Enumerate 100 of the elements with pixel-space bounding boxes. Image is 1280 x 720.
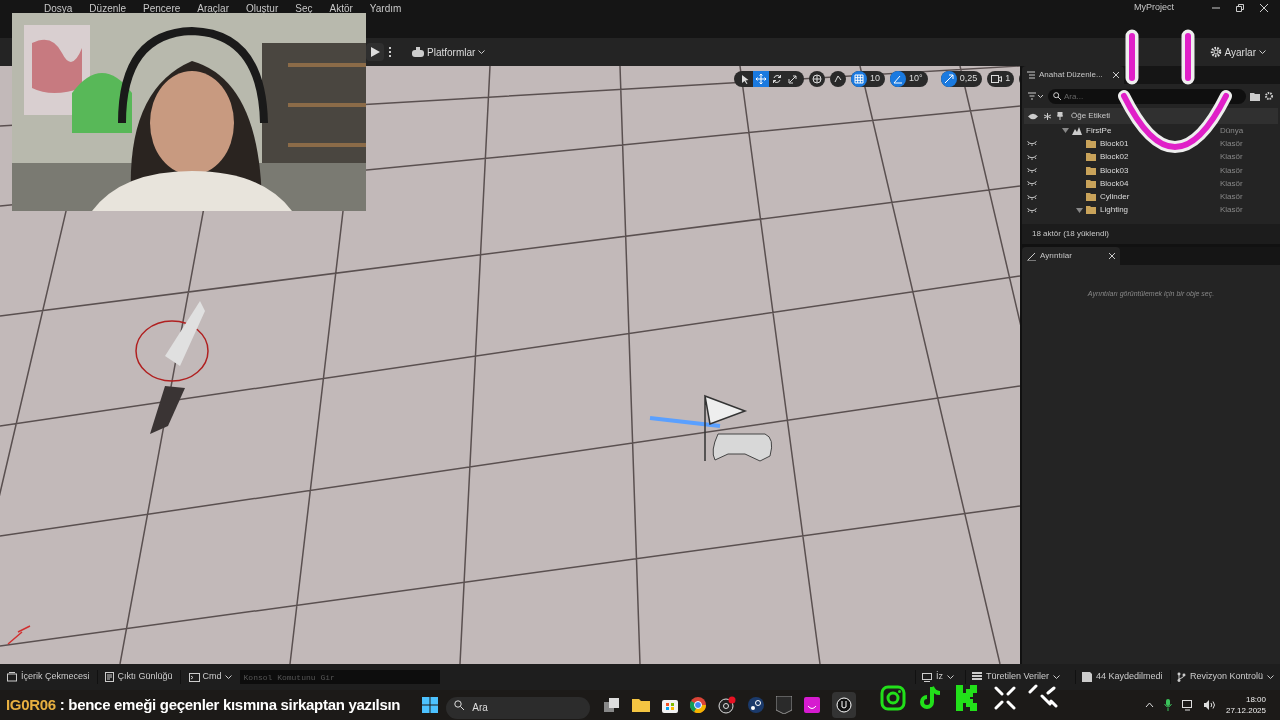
outliner-row[interactable]: Cylinder Klasör (1022, 190, 1280, 204)
search-icon (454, 700, 465, 710)
grid-icon (854, 74, 864, 84)
outliner-row[interactable]: Block03 Klasör (1022, 163, 1280, 178)
grid-snap-button[interactable]: 10 (851, 71, 885, 87)
item-label: Block02 (1100, 151, 1130, 164)
settings-icon[interactable] (1264, 91, 1274, 101)
details-tab[interactable]: Ayrıntılar (1022, 247, 1120, 265)
menu-item[interactable]: Düzenle (89, 0, 127, 16)
clock-time[interactable]: 18:00 (1245, 694, 1266, 705)
status-button[interactable]: Revizyon Kontrolü (1170, 670, 1280, 684)
close-icon[interactable] (1260, 4, 1268, 12)
app-icon[interactable] (776, 696, 793, 714)
outliner-row[interactable]: Lighting Klasör (1022, 203, 1280, 218)
steam-icon[interactable] (748, 697, 765, 713)
panel-button[interactable]: İçerik Çekmecesi (0, 670, 98, 684)
folder-add-icon[interactable] (1250, 91, 1260, 101)
data-icon (972, 672, 982, 682)
panel-button[interactable]: Çıktı Günlüğü (97, 670, 181, 684)
pencil-icon (1027, 251, 1036, 261)
close-icon[interactable] (1109, 253, 1115, 259)
status-button[interactable]: Türetilen Veriler (965, 670, 1075, 684)
chevron-down-icon (947, 674, 954, 680)
save-icon (1082, 672, 1092, 682)
rotation-snap-button[interactable]: 10° (890, 71, 928, 87)
actor-count: 18 aktör (18 yüklendi) (1032, 228, 1109, 240)
camera-icon (991, 75, 1003, 83)
column-header[interactable]: Öğe Etiketi (1071, 110, 1111, 122)
window-title: MyProject (1134, 1, 1174, 15)
aperture-icon[interactable] (718, 696, 737, 714)
windows-icon[interactable] (422, 697, 439, 713)
chevron-down-icon (224, 674, 232, 680)
outliner-row[interactable]: Block01 Klasör (1022, 137, 1280, 151)
level-icon (1072, 126, 1082, 135)
restore-icon[interactable] (1236, 4, 1244, 12)
network-icon[interactable] (1181, 699, 1194, 711)
task-view-icon[interactable] (604, 698, 621, 712)
menu-item[interactable]: Seç (295, 0, 313, 16)
status-button[interactable]: İz (915, 670, 965, 684)
status-button[interactable]: 44 Kaydedilmedi (1075, 670, 1170, 684)
menu-item[interactable]: Aktör (329, 0, 353, 16)
eye-icon (1028, 112, 1038, 120)
pin-icon (1057, 112, 1063, 120)
console-input[interactable]: Konsol Komutunu Gir (239, 670, 440, 684)
platforms-button[interactable]: Platformlar (412, 44, 486, 60)
browser-icon[interactable] (690, 697, 707, 713)
camera-speed-button[interactable]: 1 (987, 71, 1015, 87)
item-type: Dünya (1220, 124, 1245, 137)
logo-icon (956, 685, 978, 711)
outliner-tab[interactable]: Anahat Düzenle... (1022, 66, 1124, 84)
filter-icon[interactable] (1028, 92, 1044, 100)
expand-arrow-icon[interactable] (1076, 207, 1083, 213)
expand-arrow-icon[interactable] (1062, 128, 1069, 134)
item-type: Klasör (1220, 177, 1244, 190)
taskbar-search[interactable]: Ara (446, 696, 591, 719)
hidden-eye-icon[interactable] (1027, 154, 1037, 160)
menu-item[interactable]: Araçlar (197, 0, 229, 16)
microphone-icon[interactable] (1163, 699, 1172, 711)
cmd-button[interactable]: Cmd (180, 670, 240, 684)
item-type: Klasör (1220, 204, 1244, 217)
outliner-row[interactable]: Block02 Klasör (1022, 150, 1280, 164)
unreal-icon[interactable] (832, 692, 857, 718)
chevron-down-icon (478, 49, 486, 55)
hidden-eye-icon[interactable] (1027, 207, 1037, 213)
chevron-down-icon (1053, 674, 1061, 680)
move-tool-icon[interactable] (753, 71, 769, 87)
play-button[interactable] (366, 43, 384, 61)
minimize-icon[interactable] (1212, 4, 1220, 12)
item-label: Block03 (1100, 164, 1130, 177)
instagram-icon (880, 685, 906, 711)
hidden-eye-icon[interactable] (1027, 141, 1037, 147)
smiley-app-icon[interactable] (804, 697, 821, 713)
chevron-up-icon[interactable] (1144, 702, 1154, 708)
search-icon (1053, 92, 1061, 100)
hidden-eye-icon[interactable] (1027, 194, 1037, 200)
menu-item[interactable]: Dosya (44, 0, 73, 16)
settings-icon (1209, 46, 1222, 58)
scale-snap-button[interactable]: 0,25 (940, 71, 983, 87)
hidden-eye-icon[interactable] (1027, 181, 1037, 187)
clock-date[interactable]: 27.12.2025 (1225, 705, 1266, 716)
menu-item[interactable]: Yardım (369, 0, 402, 16)
menu-item[interactable]: Oluştur (246, 0, 279, 16)
folder-icon[interactable] (632, 698, 651, 712)
item-type: Klasör (1220, 151, 1244, 164)
store-icon[interactable] (662, 697, 679, 713)
volume-icon[interactable] (1203, 700, 1216, 710)
outliner-row[interactable]: FirstPe Dünya (1022, 124, 1280, 138)
angle-icon (893, 74, 903, 84)
hidden-eye-icon[interactable] (1027, 168, 1037, 174)
close-icon[interactable] (1112, 72, 1119, 78)
outliner-row[interactable]: Block04 Klasör (1022, 177, 1280, 191)
play-icon (370, 47, 380, 57)
chevron-down-icon (1259, 49, 1266, 55)
tab-label: Anahat Düzenle... (1039, 69, 1103, 81)
menu-item[interactable]: Pencere (143, 0, 181, 16)
gamepad-icon (412, 47, 424, 57)
tab-label: Ayrıntılar (1040, 250, 1072, 262)
item-label: Block01 (1100, 137, 1130, 150)
settings-button[interactable]: Ayarlar (1209, 44, 1266, 60)
item-type: Klasör (1220, 164, 1244, 177)
